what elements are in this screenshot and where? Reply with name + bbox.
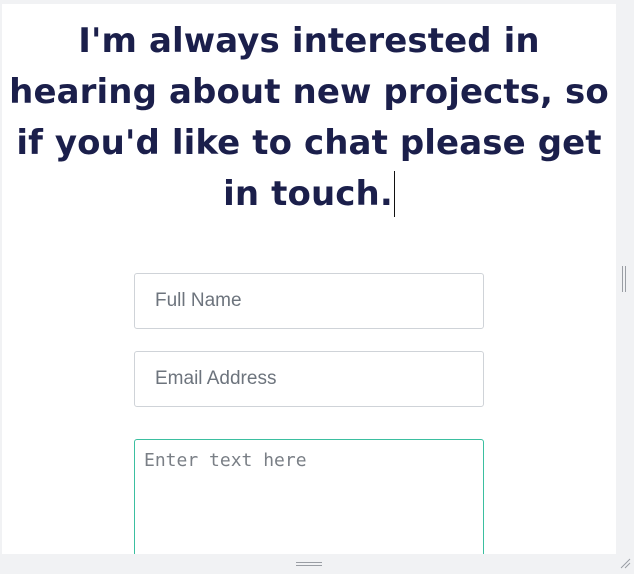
horizontal-resize-handle-icon[interactable] — [296, 562, 322, 568]
message-textarea[interactable] — [134, 439, 484, 554]
full-name-input[interactable] — [134, 273, 484, 329]
email-address-input[interactable] — [134, 351, 484, 407]
vertical-resize-handle-icon[interactable] — [622, 266, 628, 292]
preview-frame: I'm always interested in hearing about n… — [2, 4, 616, 554]
text-caret — [393, 171, 395, 217]
resize-grip-icon[interactable] — [618, 556, 632, 570]
contact-heading: I'm always interested in hearing about n… — [2, 16, 616, 220]
contact-heading-text: I'm always interested in hearing about n… — [9, 21, 609, 214]
